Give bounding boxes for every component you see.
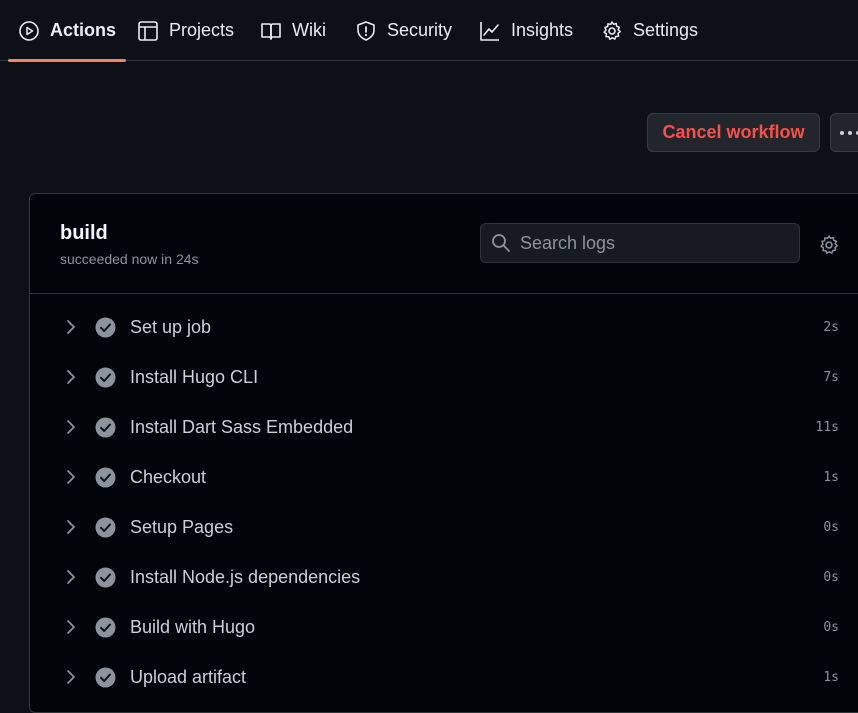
step-row[interactable]: Build with Hugo 0s (30, 603, 858, 653)
search-icon (491, 233, 511, 253)
repo-nav: Actions Projects Wiki Security Insights … (0, 0, 858, 62)
book-icon (260, 20, 282, 42)
step-name: Setup Pages (130, 517, 234, 537)
tab-settings[interactable]: Settings (601, 0, 698, 61)
step-name: Build with Hugo (130, 617, 256, 637)
tab-label: Wiki (292, 20, 326, 40)
step-duration: 1s (823, 670, 839, 685)
tab-label: Security (387, 20, 453, 40)
check-circle-icon (95, 367, 116, 388)
chevron-right-icon (64, 569, 78, 585)
play-circle-icon (18, 20, 40, 42)
step-row[interactable]: Set up job 2s (30, 303, 858, 353)
step-name: Checkout (130, 467, 207, 487)
chevron-right-icon (64, 669, 78, 685)
gear-icon[interactable] (818, 234, 840, 256)
cancel-workflow-button[interactable]: Cancel workflow (647, 113, 820, 152)
graph-icon (479, 20, 501, 42)
tab-wiki[interactable]: Wiki (260, 0, 326, 61)
step-row[interactable]: Install Hugo CLI 7s (30, 353, 858, 403)
job-status: succeeded now in 24s (60, 251, 199, 267)
check-circle-icon (95, 667, 116, 688)
chevron-right-icon (64, 469, 78, 485)
check-circle-icon (95, 467, 116, 488)
gear-icon (601, 20, 623, 42)
tab-label: Projects (169, 20, 235, 40)
tab-security[interactable]: Security (355, 0, 452, 61)
step-name: Upload artifact (130, 667, 247, 687)
step-duration: 1s (823, 470, 839, 485)
tab-label: Actions (50, 20, 117, 40)
step-duration: 0s (823, 620, 839, 635)
step-duration: 2s (823, 320, 839, 335)
chevron-right-icon (64, 419, 78, 435)
step-duration: 11s (815, 420, 839, 435)
step-row[interactable]: Setup Pages 0s (30, 503, 858, 553)
step-duration: 0s (823, 520, 839, 535)
check-circle-icon (95, 517, 116, 538)
search-logs-box[interactable] (480, 223, 800, 263)
check-circle-icon (95, 317, 116, 338)
check-circle-icon (95, 617, 116, 638)
shield-icon (355, 20, 377, 42)
step-name: Install Hugo CLI (130, 367, 259, 387)
step-duration: 7s (823, 370, 839, 385)
step-row[interactable]: Checkout 1s (30, 453, 858, 503)
chevron-right-icon (64, 369, 78, 385)
kebab-horizontal-icon (839, 130, 858, 136)
step-name: Set up job (130, 317, 212, 337)
tab-actions[interactable]: Actions (7, 0, 127, 62)
step-duration: 0s (823, 570, 839, 585)
tab-insights[interactable]: Insights (479, 0, 573, 61)
step-name: Install Node.js dependencies (130, 567, 361, 587)
step-row[interactable]: Install Dart Sass Embedded 11s (30, 403, 858, 453)
chevron-right-icon (64, 519, 78, 535)
job-log-panel: build succeeded now in 24s Set up job 2s… (29, 193, 858, 713)
more-options-button[interactable] (830, 113, 858, 152)
step-name: Install Dart Sass Embedded (130, 417, 354, 437)
step-row[interactable]: Install Node.js dependencies 0s (30, 553, 858, 603)
search-logs-input[interactable] (520, 232, 790, 254)
job-header: build succeeded now in 24s (30, 194, 858, 294)
tab-projects[interactable]: Projects (137, 0, 234, 61)
tab-label: Insights (511, 20, 574, 40)
check-circle-icon (95, 567, 116, 588)
chevron-right-icon (64, 619, 78, 635)
chevron-right-icon (64, 319, 78, 335)
tab-label: Settings (633, 20, 699, 40)
table-icon (137, 20, 159, 42)
job-title: build (60, 222, 108, 244)
check-circle-icon (95, 417, 116, 438)
